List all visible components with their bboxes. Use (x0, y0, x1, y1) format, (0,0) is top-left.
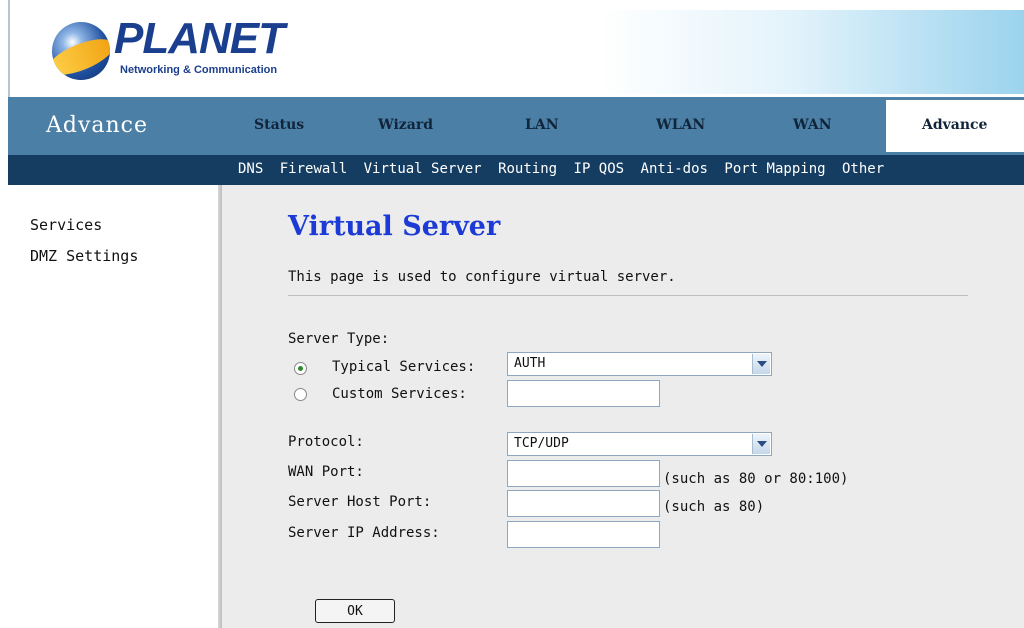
logo-tagline: Networking & Communication (120, 64, 278, 76)
wan-port-label: WAN Port: (288, 464, 364, 480)
tab-advance-label: Advance (922, 117, 988, 133)
main-content: Virtual Server This page is used to conf… (222, 185, 1024, 628)
server-host-port-hint: (such as 80) (663, 499, 765, 515)
header: PLANET Networking & Communication (0, 0, 1024, 97)
page-description: This page is used to configure virtual s… (288, 269, 676, 285)
chevron-down-icon (752, 434, 770, 454)
ok-button[interactable]: OK (315, 599, 395, 623)
logo-globe-icon (52, 22, 110, 80)
server-host-port-input[interactable] (507, 490, 660, 517)
header-divider (8, 0, 10, 97)
sub-nav-items: DNS Firewall Virtual Server Routing IP Q… (238, 161, 892, 177)
protocol-value: TCP/UDP (514, 436, 569, 451)
protocol-label: Protocol: (288, 434, 364, 450)
subnav-firewall[interactable]: Firewall (280, 161, 347, 177)
logo-brand: PLANET (114, 14, 285, 63)
custom-services-radio[interactable] (294, 388, 307, 401)
planet-logo: PLANET Networking & Communication (52, 14, 285, 80)
logo-swoosh-icon (52, 31, 110, 80)
server-ip-address-input[interactable] (507, 521, 660, 548)
divider (288, 295, 968, 296)
sidebar: Services DMZ Settings (8, 185, 218, 628)
typical-services-radio[interactable] (294, 362, 307, 375)
server-host-port-label: Server Host Port: (288, 494, 432, 510)
subnav-routing[interactable]: Routing (498, 161, 557, 177)
subnav-port-mapping[interactable]: Port Mapping (724, 161, 825, 177)
tab-lan[interactable]: LAN (525, 117, 559, 133)
section-title: Advance (46, 113, 149, 138)
chevron-down-icon (752, 354, 770, 374)
sub-nav: DNS Firewall Virtual Server Routing IP Q… (8, 155, 1024, 185)
custom-services-label: Custom Services: (332, 386, 467, 402)
subnav-anti-dos[interactable]: Anti-dos (641, 161, 708, 177)
typical-services-select[interactable]: AUTH (507, 352, 772, 376)
tab-status[interactable]: Status (254, 117, 304, 133)
sidebar-item-dmz-settings[interactable]: DMZ Settings (30, 247, 138, 265)
custom-services-input[interactable] (507, 380, 660, 407)
typical-services-label: Typical Services: (332, 359, 476, 375)
subnav-other[interactable]: Other (842, 161, 884, 177)
subnav-dns[interactable]: DNS (238, 161, 263, 177)
typical-services-value: AUTH (514, 356, 546, 371)
subnav-virtual-server[interactable]: Virtual Server (364, 161, 482, 177)
tab-wlan[interactable]: WLAN (656, 117, 705, 133)
server-type-label: Server Type: (288, 331, 390, 347)
wan-port-hint: (such as 80 or 80:100) (663, 471, 849, 487)
subnav-ip-qos[interactable]: IP QOS (574, 161, 625, 177)
header-gradient (600, 10, 1024, 94)
tab-wizard[interactable]: Wizard (378, 117, 433, 133)
server-ip-address-label: Server IP Address: (288, 525, 440, 541)
sidebar-item-services[interactable]: Services (30, 216, 102, 234)
tab-advance[interactable]: Advance (886, 100, 1024, 152)
page-title: Virtual Server (288, 211, 501, 242)
main-nav: Advance Status Wizard LAN WLAN WAN Advan… (8, 97, 1024, 155)
tab-wan[interactable]: WAN (793, 117, 832, 133)
protocol-select[interactable]: TCP/UDP (507, 432, 772, 456)
wan-port-input[interactable] (507, 460, 660, 487)
